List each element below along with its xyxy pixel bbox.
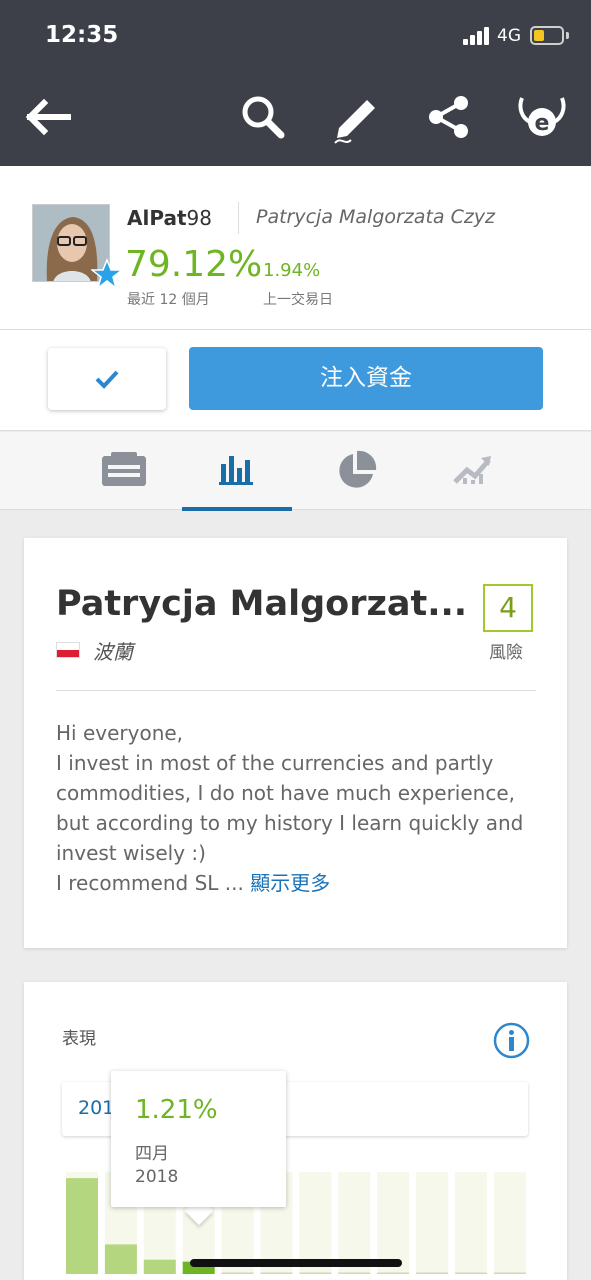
search-icon[interactable]	[238, 92, 288, 142]
active-tab-indicator	[182, 507, 292, 511]
network-label: 4G	[497, 26, 521, 46]
poland-flag-icon	[56, 642, 80, 658]
check-icon	[95, 370, 119, 389]
bar-Mar[interactable]	[143, 1259, 176, 1274]
display-name: Patrycja Malgorzat...	[56, 584, 468, 624]
signal-icon	[463, 27, 491, 45]
feed-icon	[102, 452, 146, 486]
gain-period-label: 最近 12 個月	[127, 292, 210, 308]
bar-Nov[interactable]	[455, 1272, 487, 1275]
country: 波蘭	[93, 640, 133, 664]
tooltip-month: 四月	[135, 1144, 169, 1164]
status-time: 12:35	[45, 22, 119, 48]
bar-tooltip: 1.21% 四月 2018	[111, 1071, 286, 1207]
tab-stats[interactable]	[182, 432, 292, 510]
etoro-logo-icon[interactable]: e	[516, 92, 568, 144]
tooltip-year: 2018	[135, 1167, 179, 1187]
monthly-performance-chart	[66, 1172, 526, 1275]
risk-score[interactable]: 4	[483, 584, 533, 632]
battery-icon	[530, 26, 564, 45]
bar-Sep[interactable]	[377, 1272, 410, 1275]
svg-text:e: e	[535, 111, 550, 136]
tab-feed[interactable]	[66, 432, 176, 510]
share-icon[interactable]	[424, 92, 474, 142]
toolbar: e	[0, 70, 591, 166]
tooltip-value: 1.21%	[135, 1095, 218, 1125]
performance-card: 表現 201 1.21% 四月 2018	[24, 982, 567, 1280]
bar-Jul[interactable]	[299, 1272, 332, 1275]
bar-May[interactable]	[221, 1272, 254, 1275]
bar-Jun[interactable]	[260, 1272, 293, 1275]
invest-button[interactable]: 注入資金	[189, 347, 543, 410]
bar-background-Nov	[455, 1172, 487, 1274]
bar-Aug[interactable]	[338, 1272, 371, 1275]
watchlist-check-button[interactable]	[48, 348, 166, 410]
back-arrow-icon[interactable]	[24, 92, 74, 142]
risk-label: 風險	[489, 643, 523, 663]
popular-investor-star-icon	[91, 258, 123, 290]
bar-background-Dec	[493, 1172, 526, 1274]
day-gain-label: 上一交易日	[263, 292, 333, 308]
profile-header: AlPat98 Patrycja Malgorzata Czyz 79.12% …	[0, 166, 591, 330]
stats-bar-icon	[219, 456, 253, 485]
gain-12-months: 79.12%	[125, 244, 263, 285]
bar-background-Oct	[416, 1172, 449, 1274]
about-card: Patrycja Malgorzat... 波蘭 4 風險 Hi everyon…	[24, 538, 567, 948]
tab-bar	[0, 432, 591, 511]
bar-Feb[interactable]	[104, 1244, 137, 1274]
bar-Jan[interactable]	[66, 1178, 98, 1274]
tab-portfolio[interactable]	[300, 432, 410, 510]
pie-chart-icon	[339, 450, 377, 488]
gain-last-day: 1.94%	[263, 260, 321, 281]
username: AlPat98	[127, 206, 212, 230]
home-indicator	[190, 1259, 402, 1267]
show-more-link[interactable]: 顯示更多	[250, 871, 330, 895]
action-bar: 注入資金	[0, 330, 591, 431]
tab-chart[interactable]	[418, 432, 528, 510]
status-bar: 12:35 4G	[0, 0, 591, 70]
bar-Dec[interactable]	[493, 1272, 526, 1275]
trend-chart-icon	[453, 456, 491, 484]
bio: Hi everyone, I invest in most of the cur…	[56, 721, 524, 895]
edit-pencil-icon[interactable]	[327, 88, 383, 148]
bar-Oct[interactable]	[416, 1272, 449, 1275]
full-name: Patrycja Malgorzata Czyz	[256, 206, 496, 228]
